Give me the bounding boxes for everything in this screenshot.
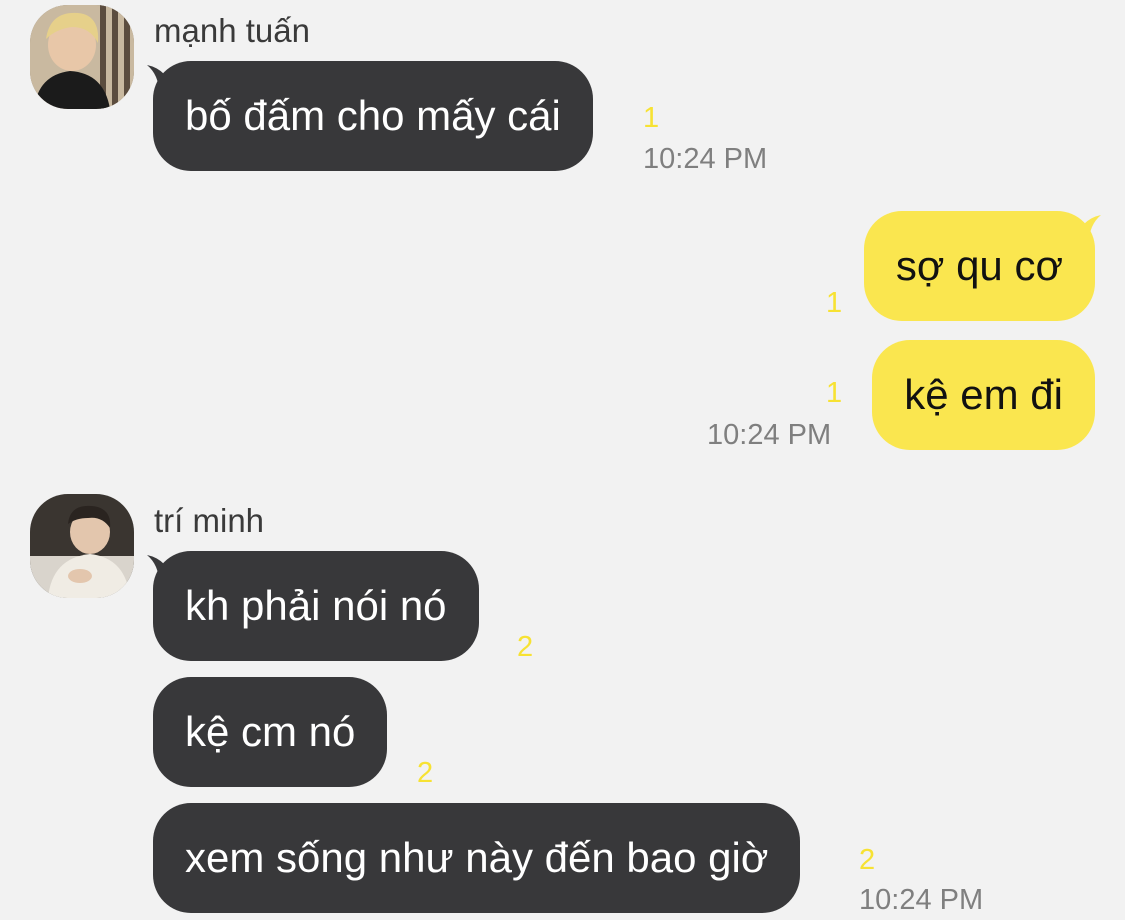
profile-photo-avatar-icon — [30, 494, 134, 598]
message-bubble[interactable]: bố đấm cho mấy cái — [153, 61, 593, 171]
message-bubble[interactable]: kệ em đi — [872, 340, 1095, 450]
avatar[interactable] — [30, 494, 134, 598]
message-bubble[interactable]: kh phải nói nó — [153, 551, 479, 661]
unread-count: 1 — [826, 377, 843, 409]
unread-count: 2 — [417, 757, 434, 789]
profile-photo-avatar-icon — [30, 5, 134, 109]
message-timestamp: 10:24 PM — [707, 419, 832, 451]
message-bubble[interactable]: kệ cm nó — [153, 677, 388, 787]
sender-name: mạnh tuấn — [154, 12, 310, 49]
unread-count: 1 — [826, 287, 843, 319]
unread-count: 2 — [517, 631, 534, 663]
avatar[interactable] — [30, 5, 134, 109]
unread-count: 1 — [643, 102, 660, 134]
message-timestamp: 10:24 PM — [859, 884, 984, 916]
bubble-tail — [1073, 215, 1101, 243]
chat-message-list[interactable]: mạnh tuấn bố đấm cho mấy cái 1 10:24 PM … — [0, 0, 1125, 920]
unread-count: 2 — [859, 844, 876, 876]
message-bubble[interactable]: sợ qu cơ — [863, 211, 1095, 321]
message-bubble[interactable]: xem sống như này đến bao giờ — [153, 803, 801, 913]
message-timestamp: 10:24 PM — [643, 143, 768, 175]
sender-name: trí minh — [154, 502, 265, 539]
